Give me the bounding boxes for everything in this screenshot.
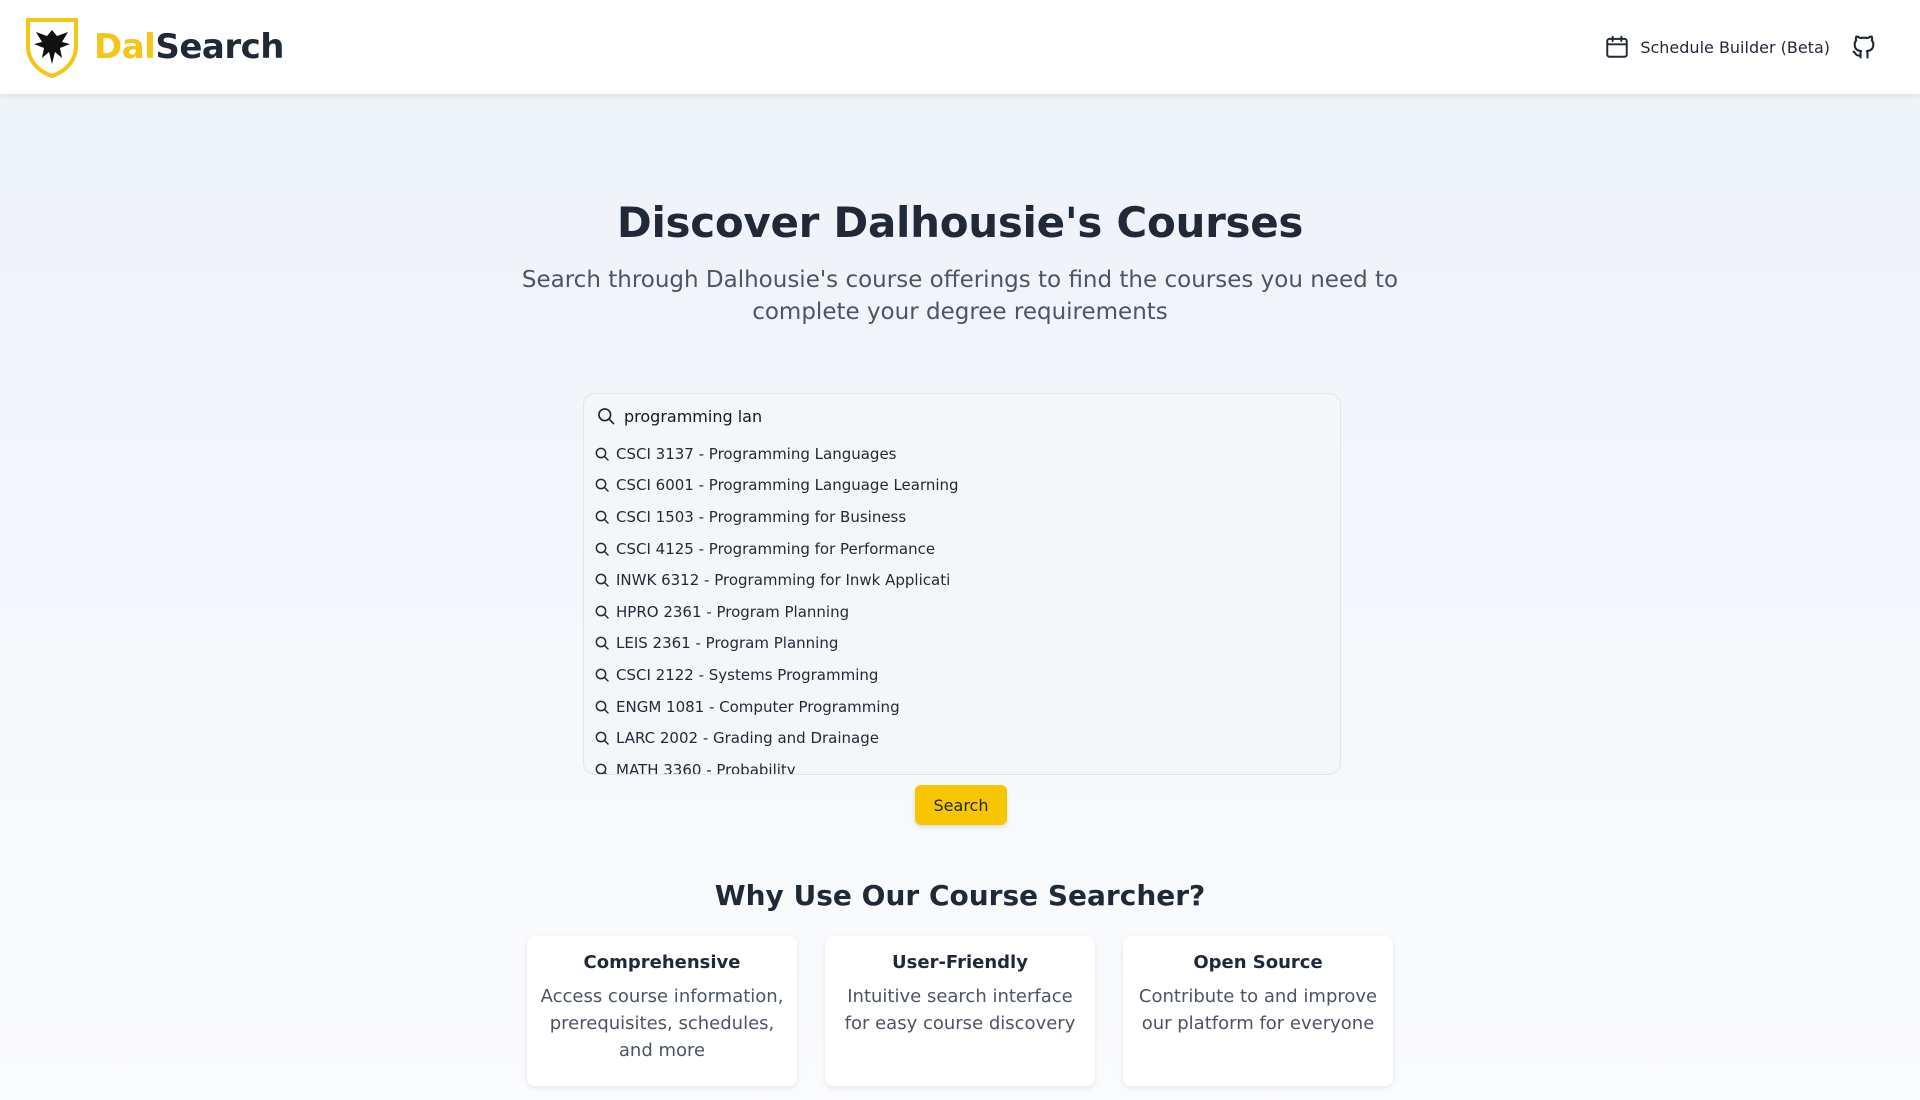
search-icon (595, 510, 609, 524)
search-icon (595, 573, 609, 587)
features-heading: Why Use Our Course Searcher? (714, 879, 1206, 912)
suggestion-label: LEIS 2361 - Program Planning (616, 634, 839, 653)
brand-home-link[interactable]: DalSearch (24, 16, 284, 78)
search-icon (595, 542, 609, 556)
suggestion-label: CSCI 3137 - Programming Languages (616, 444, 897, 463)
feature-card-description: Intuitive search interface for easy cour… (844, 986, 1076, 1034)
schedule-builder-link[interactable]: Schedule Builder (Beta) (1604, 34, 1830, 60)
feature-card-title: Open Source (1193, 952, 1323, 973)
search-icon (595, 447, 609, 461)
calendar-icon (1606, 35, 1629, 58)
suggestion-item[interactable]: ENGM 1081 - Computer Programming (594, 691, 1330, 723)
suggestion-label: CSCI 1503 - Programming for Business (616, 507, 907, 526)
search-input[interactable] (624, 406, 1328, 426)
brand-search: Search (155, 27, 284, 67)
search-icon (595, 668, 609, 682)
github-icon[interactable] (1850, 33, 1878, 61)
feature-card-user-friendly: User-Friendly Intuitive search interface… (825, 936, 1095, 1086)
search-icon (595, 605, 609, 619)
top-nav-bar: DalSearch Schedule Builder (Beta) (0, 0, 1920, 94)
course-search-combobox: CSCI 3137 - Programming Languages CSCI 6… (583, 393, 1341, 775)
search-icon (595, 478, 609, 493)
dalhousie-shield-logo (26, 18, 78, 78)
suggestion-label: ENGM 1081 - Computer Programming (616, 697, 900, 716)
feature-cards: Comprehensive Access course information,… (527, 936, 1395, 1086)
suggestion-label: HPRO 2361 - Program Planning (616, 602, 850, 621)
suggestion-label: CSCI 2122 - Systems Programming (616, 665, 879, 684)
suggestion-list: CSCI 3137 - Programming Languages CSCI 6… (584, 438, 1340, 775)
main-content: Discover Dalhousie's Courses Search thro… (0, 94, 1920, 1100)
suggestion-label: INWK 6312 - Programming for Inwk Applica… (616, 571, 951, 590)
search-icon (598, 408, 615, 425)
suggestion-item[interactable]: CSCI 4125 - Programming for Performance (594, 533, 1330, 565)
suggestion-item[interactable]: LEIS 2361 - Program Planning (594, 628, 1330, 660)
brand-dal: Dal (94, 27, 156, 67)
suggestion-item[interactable]: MATH 3360 - Probability (594, 754, 1330, 775)
search-icon (595, 731, 609, 745)
suggestion-item[interactable]: LARC 2002 - Grading and Drainage (594, 722, 1330, 754)
feature-card-description: Access course information, prerequisites… (540, 986, 784, 1061)
suggestion-item[interactable]: HPRO 2361 - Program Planning (594, 596, 1330, 628)
search-button[interactable]: Search (915, 785, 1007, 825)
feature-card-comprehensive: Comprehensive Access course information,… (527, 936, 797, 1086)
schedule-builder-label: Schedule Builder (Beta) (1640, 37, 1830, 57)
search-icon (595, 636, 609, 651)
suggestion-label: CSCI 4125 - Programming for Performance (616, 539, 936, 558)
page-title: Discover Dalhousie's Courses (616, 198, 1304, 247)
feature-card-description: Contribute to and improve our platform f… (1138, 986, 1378, 1034)
suggestion-label: CSCI 6001 - Programming Language Learnin… (616, 476, 959, 495)
suggestion-item[interactable]: INWK 6312 - Programming for Inwk Applica… (594, 564, 1330, 596)
page-subtitle: Search through Dalhousie's course offeri… (521, 267, 1399, 325)
brand-wordmark: DalSearch (94, 27, 284, 67)
suggestion-label: LARC 2002 - Grading and Drainage (616, 729, 879, 748)
feature-card-open-source: Open Source Contribute to and improve ou… (1123, 936, 1393, 1086)
suggestion-item[interactable]: CSCI 3137 - Programming Languages (594, 438, 1330, 470)
search-icon (595, 763, 608, 774)
header-nav: Schedule Builder (Beta) (1604, 33, 1878, 61)
suggestion-item[interactable]: CSCI 1503 - Programming for Business (594, 501, 1330, 533)
search-input-row (584, 394, 1340, 438)
feature-card-title: User-Friendly (892, 952, 1028, 973)
suggestion-label: MATH 3360 - Probability (616, 760, 796, 775)
search-icon (595, 700, 609, 714)
suggestion-item[interactable]: CSCI 6001 - Programming Language Learnin… (594, 470, 1330, 502)
feature-card-title: Comprehensive (583, 952, 741, 973)
suggestion-item[interactable]: CSCI 2122 - Systems Programming (594, 659, 1330, 691)
